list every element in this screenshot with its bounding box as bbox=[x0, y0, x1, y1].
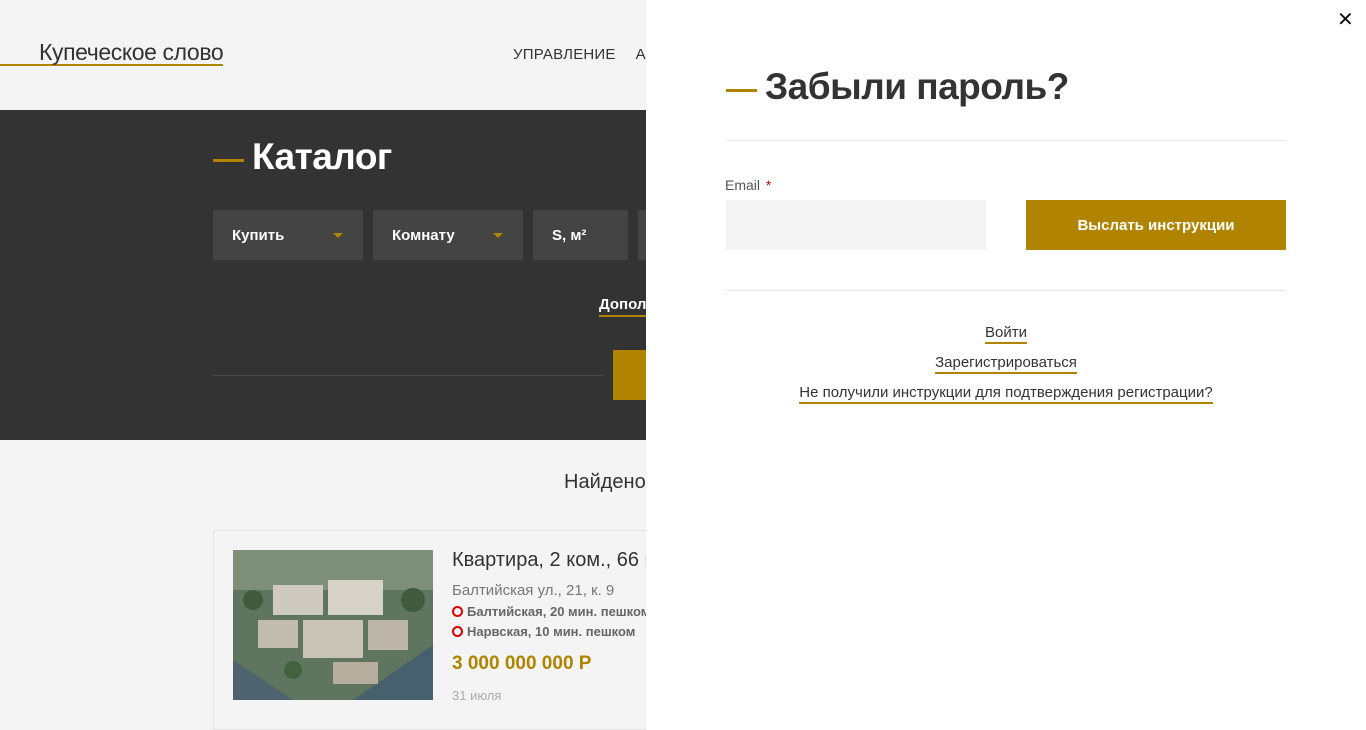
listing-price: 3 000 000 000 Р bbox=[452, 653, 592, 674]
deal-type-select[interactable]: Купить bbox=[213, 210, 363, 260]
title-dash bbox=[726, 88, 757, 92]
listing-address: Балтийская ул., 21, к. 9 bbox=[452, 582, 615, 599]
listing-card[interactable]: Квартира, 2 ком., 66 м Балтийская ул., 2… bbox=[213, 530, 713, 730]
forgot-password-panel: ✕ Забыли пароль? Email * Выслать инструк… bbox=[646, 0, 1366, 730]
divider bbox=[726, 290, 1286, 291]
metro-station-text: Нарвская, 10 мин. пешком bbox=[467, 624, 636, 639]
metro-station: Балтийская, 20 мин. пешком bbox=[452, 604, 650, 619]
email-field[interactable] bbox=[726, 200, 986, 250]
send-instructions-button[interactable]: Выслать инструкции bbox=[1026, 200, 1286, 250]
chevron-down-icon bbox=[333, 233, 343, 238]
forgot-password-title-text: Забыли пароль? bbox=[765, 66, 1069, 107]
metro-station-text: Балтийская, 20 мин. пешком bbox=[467, 604, 651, 619]
listing-photo[interactable] bbox=[233, 550, 433, 700]
area-input[interactable]: S, м² bbox=[533, 210, 628, 260]
found-count: Найдено bbox=[564, 471, 646, 493]
email-label: Email * bbox=[725, 177, 771, 193]
catalog-title: Каталог bbox=[213, 136, 392, 178]
deal-type-label: Купить bbox=[232, 226, 285, 244]
property-type-select[interactable]: Комнату bbox=[373, 210, 523, 260]
catalog-title-text: Каталог bbox=[252, 136, 392, 177]
metro-icon bbox=[452, 626, 463, 637]
auth-links: Войти Зарегистрироваться Не получили инс… bbox=[726, 324, 1286, 414]
listing-title[interactable]: Квартира, 2 ком., 66 м bbox=[452, 549, 658, 572]
listing-photo-illustration bbox=[233, 550, 433, 700]
catalog-filters: Купить Комнату S, м² bbox=[213, 210, 698, 260]
nav-item-management[interactable]: УПРАВЛЕНИЕ bbox=[513, 46, 616, 63]
resend-confirmation-link[interactable]: Не получили инструкции для подтверждения… bbox=[799, 384, 1213, 404]
property-type-label: Комнату bbox=[392, 226, 455, 244]
register-link[interactable]: Зарегистрироваться bbox=[935, 354, 1077, 374]
listing-date: 31 июля bbox=[452, 688, 502, 703]
hero-divider bbox=[213, 375, 603, 376]
email-label-text: Email bbox=[725, 177, 761, 193]
login-link[interactable]: Войти bbox=[985, 324, 1027, 344]
area-label: S, м² bbox=[552, 226, 587, 244]
site-logo[interactable]: Купеческое слово bbox=[0, 40, 224, 66]
required-mark: * bbox=[765, 177, 772, 193]
title-dash bbox=[213, 158, 244, 162]
metro-station: Нарвская, 10 мин. пешком bbox=[452, 624, 635, 639]
metro-icon bbox=[452, 606, 463, 617]
chevron-down-icon bbox=[493, 233, 503, 238]
top-nav: УПРАВЛЕНИЕ АР bbox=[513, 46, 656, 63]
more-filters-link[interactable]: Допол bbox=[599, 296, 647, 317]
forgot-password-title: Забыли пароль? bbox=[726, 66, 1069, 108]
close-icon[interactable]: ✕ bbox=[1337, 10, 1354, 30]
divider bbox=[726, 140, 1286, 141]
